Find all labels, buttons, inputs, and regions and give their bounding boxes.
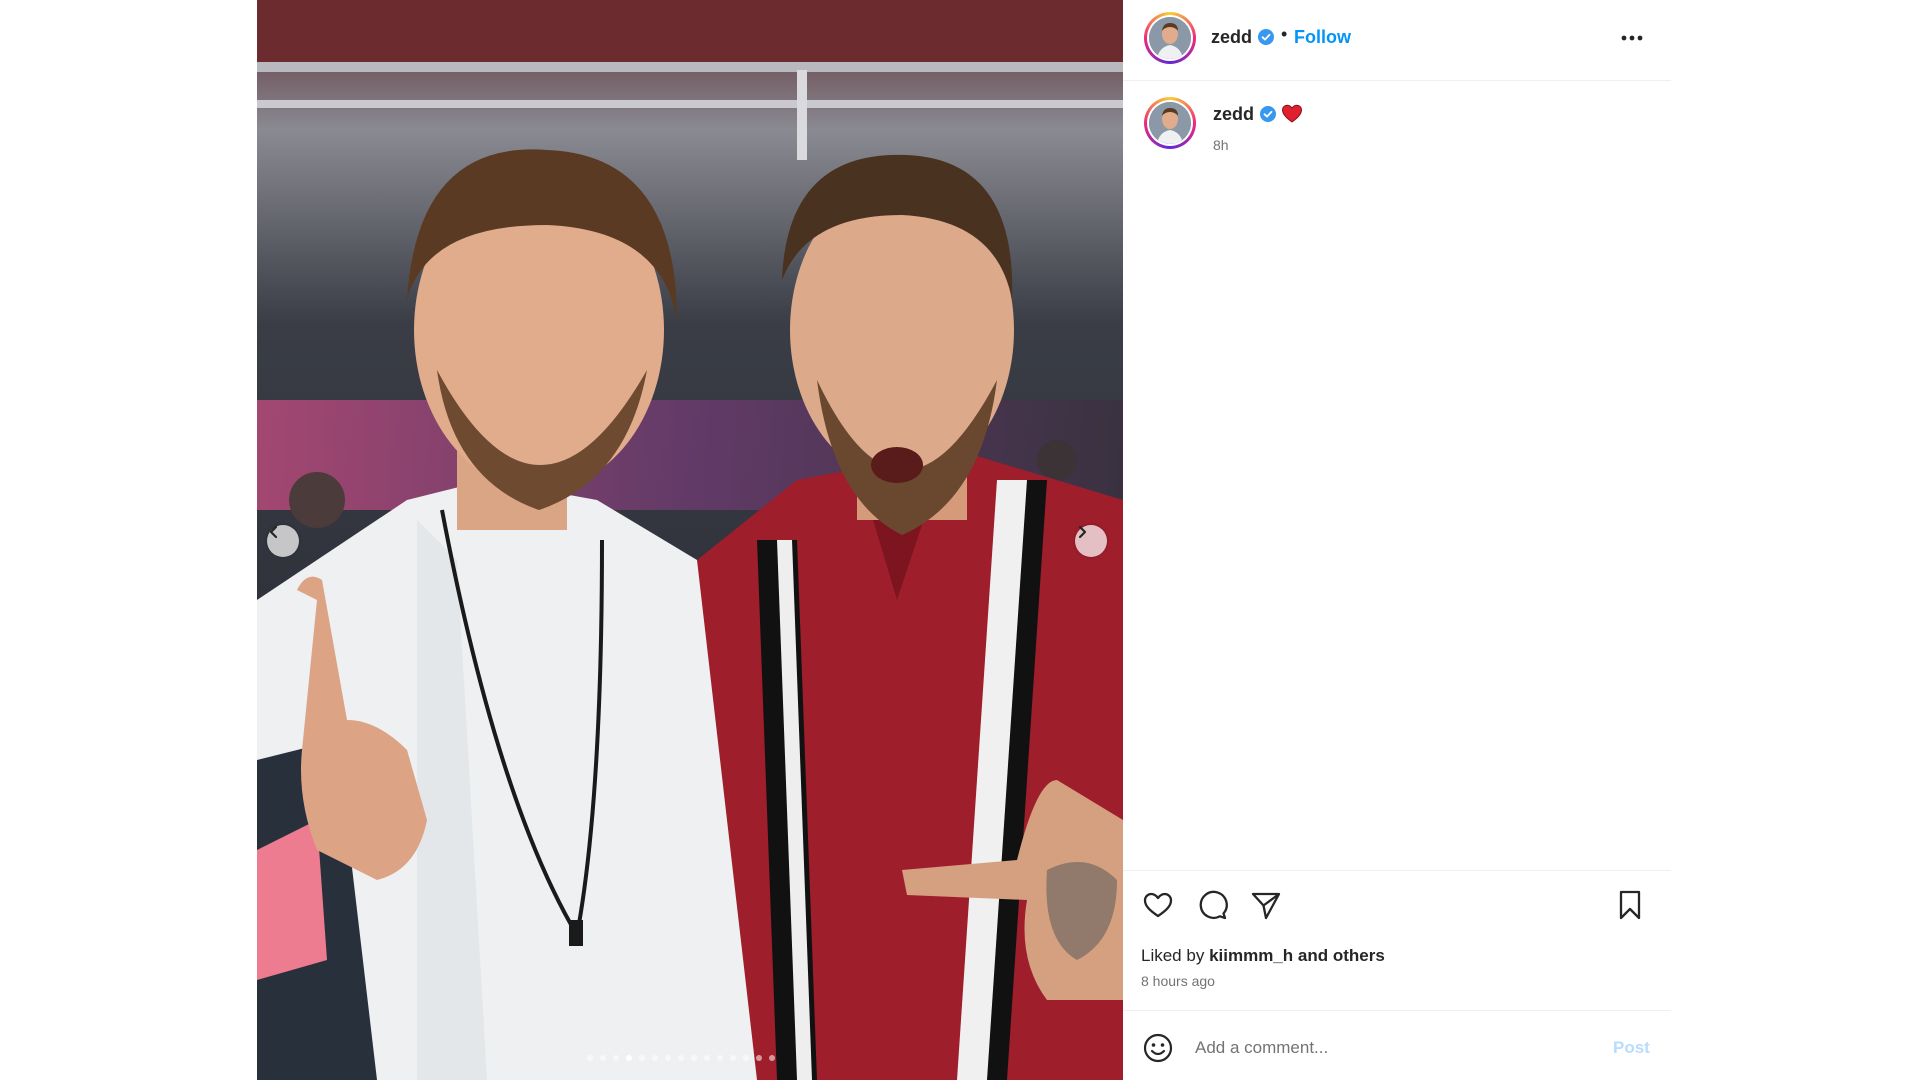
post-header: zedd • Follow [1123,0,1671,81]
likes-summary: Liked by kiimmm_h and others [1141,946,1385,966]
caption-time: 8h [1213,137,1229,153]
header-avatar[interactable] [1144,12,1196,64]
chevron-left-icon [269,525,278,539]
avatar-image [1149,17,1191,59]
carousel-next-button[interactable] [1075,525,1107,557]
carousel-dot [743,1055,749,1061]
carousel-dot [756,1055,762,1061]
carousel-dot [587,1055,593,1061]
post-image [257,0,1123,1080]
carousel-dot [652,1055,658,1061]
carousel-prev-button[interactable] [267,525,299,557]
send-icon[interactable] [1249,888,1283,922]
carousel-dot [600,1055,606,1061]
carousel-dot [717,1055,723,1061]
carousel-dot [678,1055,684,1061]
post-timestamp[interactable]: 8 hours ago [1141,973,1215,989]
verified-badge-icon [1260,106,1276,122]
header-separator: • [1281,24,1288,44]
avatar-image [1149,102,1191,144]
carousel-dot [769,1055,775,1061]
divider [1123,1010,1671,1011]
heart-emoji-icon [1281,104,1303,123]
likes-prefix: Liked by [1141,946,1205,965]
chevron-right-icon [1078,525,1087,539]
likes-user-link[interactable]: kiimmm_h [1209,946,1293,965]
more-horizontal-icon[interactable] [1617,26,1647,50]
carousel-dot [691,1055,697,1061]
post-comment-button[interactable]: Post [1613,1038,1650,1058]
bookmark-icon[interactable] [1613,888,1647,922]
carousel-dot [665,1055,671,1061]
heart-icon[interactable] [1141,888,1175,922]
smiley-icon[interactable] [1141,1031,1175,1065]
header-username[interactable]: zedd [1211,27,1252,48]
verified-badge-icon [1258,29,1274,45]
comment-icon[interactable] [1195,888,1229,922]
carousel-dot [704,1055,710,1061]
comment-input[interactable] [1195,1036,1575,1060]
divider [1123,870,1671,871]
likes-others-link[interactable]: and others [1298,946,1385,965]
caption-avatar[interactable] [1144,97,1196,149]
carousel-dots [587,1055,775,1061]
post-side-panel: zedd • Follow zedd 8h Liked by kiimmm_h … [1123,0,1671,1080]
carousel-dot [730,1055,736,1061]
carousel-dot [639,1055,645,1061]
follow-button[interactable]: Follow [1294,27,1351,48]
post-photo[interactable] [257,0,1123,1080]
carousel-dot [626,1055,632,1061]
carousel-dot [613,1055,619,1061]
caption-username[interactable]: zedd [1213,104,1254,125]
